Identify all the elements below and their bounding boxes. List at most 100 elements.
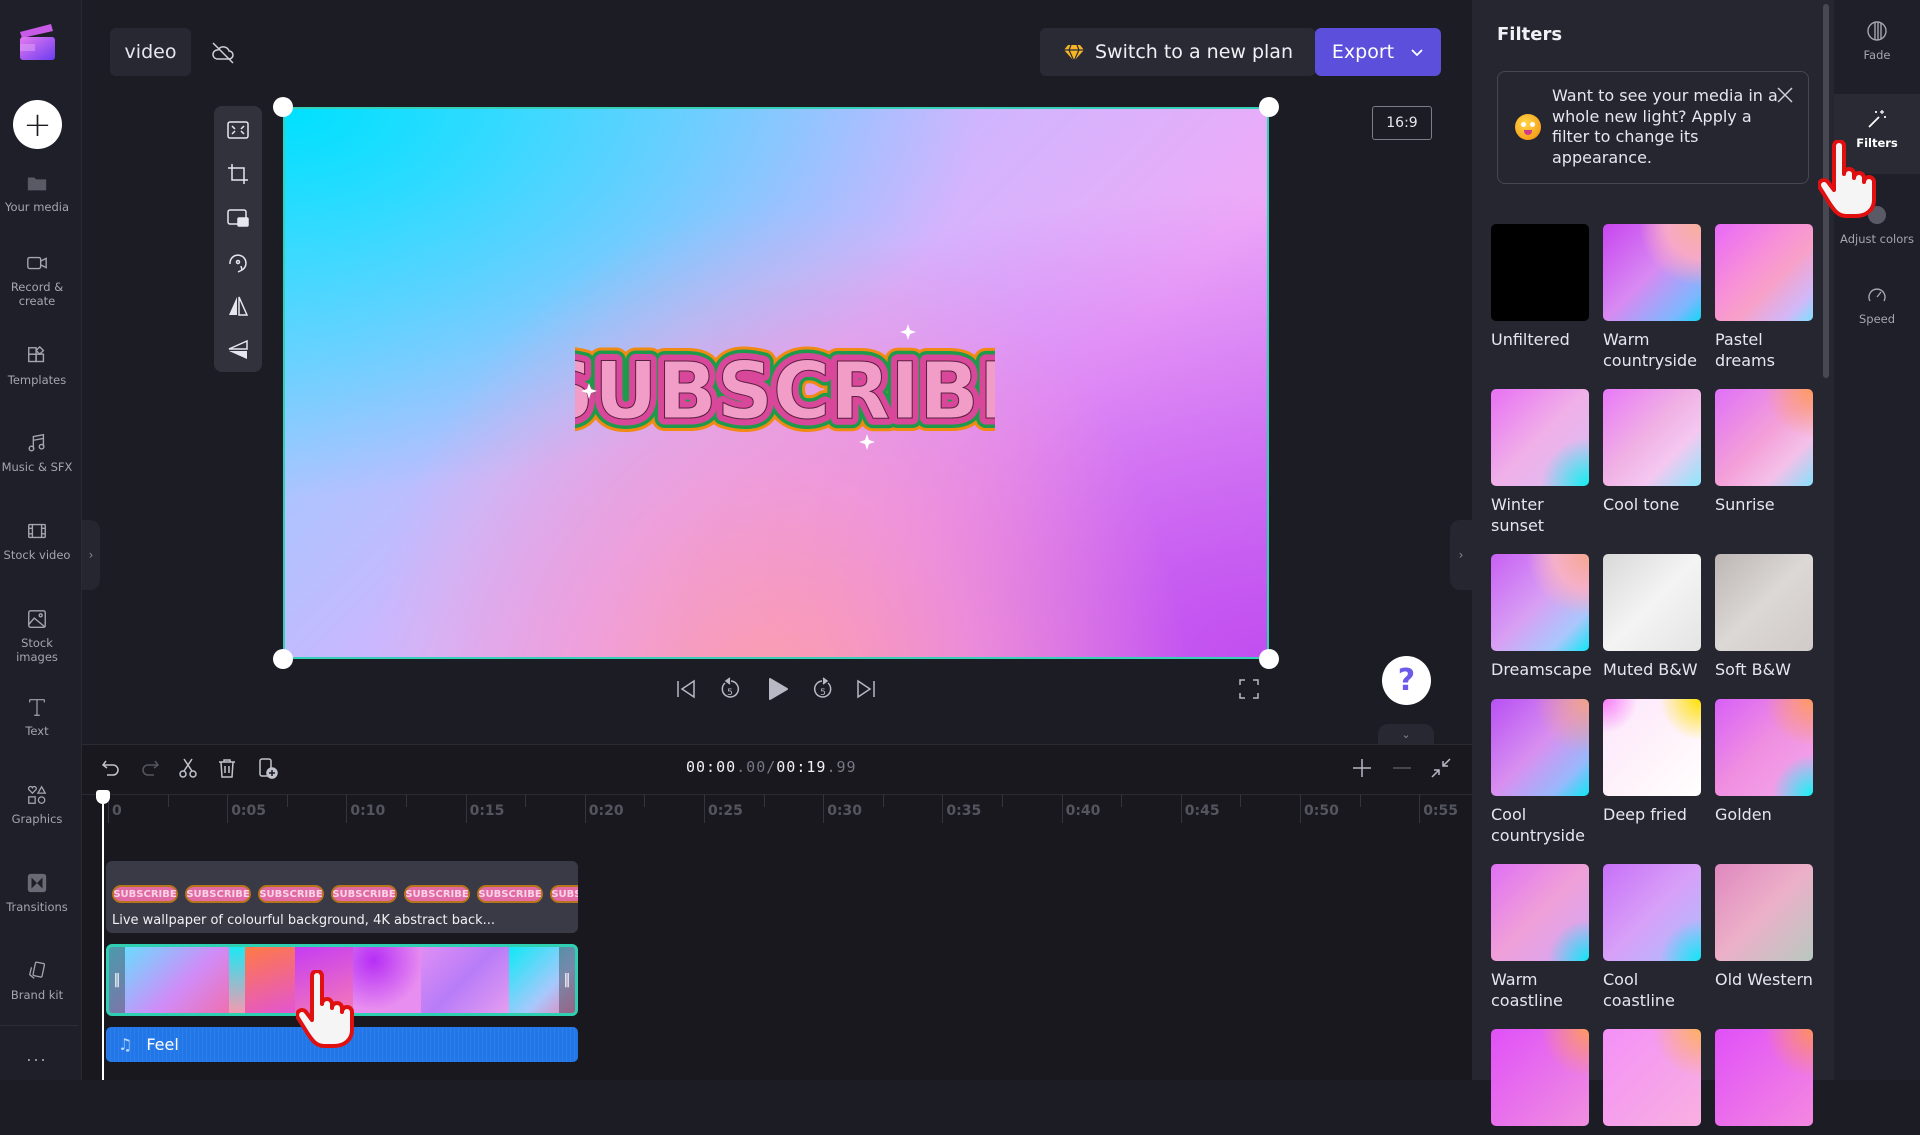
switch-plan-button[interactable]: Switch to a new plan (1040, 28, 1316, 76)
more-button[interactable]: ... (0, 1046, 74, 1065)
filter-thumbnail[interactable] (1603, 1029, 1701, 1126)
rotate-icon[interactable] (226, 250, 250, 274)
close-icon[interactable] (1776, 86, 1794, 104)
filter-thumbnail[interactable] (1603, 389, 1701, 486)
filter-name: Warm countryside (1603, 330, 1697, 370)
add-media-button[interactable]: + (13, 100, 62, 149)
ruler-tick-minor (763, 795, 765, 807)
sidebar-item-text[interactable]: Text (0, 696, 74, 738)
picture-in-picture-icon[interactable] (226, 206, 250, 230)
filter-thumbnail[interactable] (1491, 389, 1589, 486)
filter-thumbnail[interactable] (1715, 1029, 1813, 1126)
sidebar-item-graphics[interactable]: Graphics (0, 784, 74, 826)
filter-thumbnail[interactable] (1715, 224, 1813, 321)
aspect-ratio-button[interactable]: 16:9 (1372, 106, 1432, 140)
filter-item[interactable] (1715, 1029, 1813, 1135)
filter-item[interactable]: Cool countryside (1491, 699, 1589, 846)
filter-name: Winter sunset (1491, 495, 1545, 535)
add-to-timeline-button[interactable] (256, 757, 278, 779)
subscribe-sticker[interactable]: SUBSCRIBE SUBSCRIBE SUBSCRIBE SUBSCRIBE … (575, 318, 995, 458)
trim-handle-right[interactable]: ‖ (559, 947, 575, 1013)
rail-item-speed[interactable]: Speed (1834, 280, 1920, 350)
sidebar-item-record-create[interactable]: Record & create (0, 252, 74, 308)
rail-item-fade[interactable]: Fade (1834, 0, 1920, 86)
resize-handle-top-left[interactable] (273, 97, 293, 117)
filter-item[interactable]: Unfiltered (1491, 224, 1589, 351)
fit-timeline-button[interactable] (1429, 756, 1453, 780)
filter-thumbnail[interactable] (1603, 699, 1701, 796)
sidebar-item-transitions[interactable]: Transitions (0, 872, 74, 914)
filter-item[interactable]: Dreamscape (1491, 554, 1592, 681)
collapse-preview-button[interactable]: ⌄ (1378, 724, 1434, 744)
filter-item[interactable]: Soft B&W (1715, 554, 1813, 681)
sidebar-item-brand-kit[interactable]: Brand kit (0, 960, 74, 1002)
rewind-5-button[interactable]: 5 (717, 676, 743, 702)
magic-wand-icon (1866, 108, 1888, 130)
filter-item[interactable]: Cool coastline (1603, 864, 1701, 1011)
filter-item[interactable]: Cool tone (1603, 389, 1701, 516)
flip-horizontal-icon[interactable] (226, 294, 250, 318)
filter-item[interactable]: Warm coastline (1491, 864, 1589, 1011)
export-button[interactable]: Export (1315, 28, 1441, 76)
playhead-line[interactable] (102, 790, 104, 1080)
timeline-ruler[interactable]: 0 0:05 0:10 0:15 0:20 0:25 0:30 0:35 0:40 0:45 0:5… (82, 794, 1480, 840)
filter-item[interactable]: Pastel dreams (1715, 224, 1813, 371)
filter-thumbnail[interactable] (1491, 554, 1589, 651)
undo-button[interactable] (100, 757, 122, 779)
filter-thumbnail[interactable] (1603, 224, 1701, 321)
zoom-in-button[interactable] (1350, 756, 1374, 780)
resize-handle-top-right[interactable] (1259, 97, 1279, 117)
sidebar-item-templates[interactable]: Templates (0, 345, 74, 387)
fit-icon[interactable] (226, 118, 250, 142)
templates-icon (26, 345, 48, 367)
filter-item[interactable] (1603, 1029, 1701, 1135)
sidebar-item-music-sfx[interactable]: Music & SFX (0, 432, 74, 474)
filter-item[interactable]: Winter sunset (1491, 389, 1589, 536)
sidebar-item-stock-images[interactable]: Stock images (0, 608, 74, 664)
ruler-label: 0:25 (708, 803, 743, 819)
expand-sidebar-button[interactable]: › (82, 520, 100, 590)
fullscreen-button[interactable] (1236, 676, 1262, 702)
filter-item[interactable] (1491, 1029, 1589, 1135)
trim-handle-left[interactable]: ‖ (109, 947, 125, 1013)
filter-thumbnail[interactable] (1491, 224, 1589, 321)
forward-5-button[interactable]: 5 (810, 676, 836, 702)
resize-handle-bottom-right[interactable] (1259, 649, 1279, 669)
filter-item[interactable]: Muted B&W (1603, 554, 1701, 681)
filter-thumbnail[interactable] (1491, 699, 1589, 796)
sticker-track-clip[interactable]: SUBSCRIBE SUBSCRIBE SUBSCRIBE SUBSCRIBE SUBS… (106, 861, 578, 933)
skip-to-start-button[interactable] (673, 676, 699, 702)
flip-vertical-icon[interactable] (226, 338, 250, 362)
crop-icon[interactable] (226, 162, 250, 186)
filter-item[interactable]: Warm countryside (1603, 224, 1701, 371)
play-button[interactable] (764, 676, 790, 702)
sticker-thumbnail: SUBSCRIBE (477, 885, 543, 903)
split-button[interactable] (177, 757, 199, 779)
delete-button[interactable] (216, 757, 238, 779)
collapse-panel-button[interactable]: › (1450, 520, 1472, 590)
sidebar-item-stock-video[interactable]: Stock video (0, 520, 74, 562)
filter-thumbnail[interactable] (1603, 554, 1701, 651)
filter-thumbnail[interactable] (1715, 864, 1813, 961)
filter-thumbnail[interactable] (1603, 864, 1701, 961)
redo-button[interactable] (139, 757, 161, 779)
filter-thumbnail[interactable] (1715, 389, 1813, 486)
cloud-off-icon[interactable] (210, 40, 236, 66)
filter-thumbnail[interactable] (1715, 699, 1813, 796)
skip-to-end-button[interactable] (853, 676, 879, 702)
filter-item[interactable]: Deep fried (1603, 699, 1701, 826)
resize-handle-bottom-left[interactable] (273, 649, 293, 669)
filter-item[interactable]: Golden (1715, 699, 1813, 826)
help-button[interactable]: ? (1382, 656, 1431, 705)
playhead-handle[interactable] (96, 790, 110, 804)
zoom-out-button[interactable] (1390, 756, 1414, 780)
filters-tip-card: Want to see your media in a whole new li… (1497, 71, 1809, 184)
filter-thumbnail[interactable] (1715, 554, 1813, 651)
filter-thumbnail[interactable] (1491, 864, 1589, 961)
sidebar-item-your-media[interactable]: Your media (0, 172, 74, 214)
filter-thumbnail[interactable] (1491, 1029, 1589, 1126)
project-name-input[interactable]: video (110, 28, 191, 76)
filter-item[interactable]: Old Western (1715, 864, 1813, 991)
sidebar-divider (0, 1025, 78, 1026)
filter-item[interactable]: Sunrise (1715, 389, 1813, 516)
